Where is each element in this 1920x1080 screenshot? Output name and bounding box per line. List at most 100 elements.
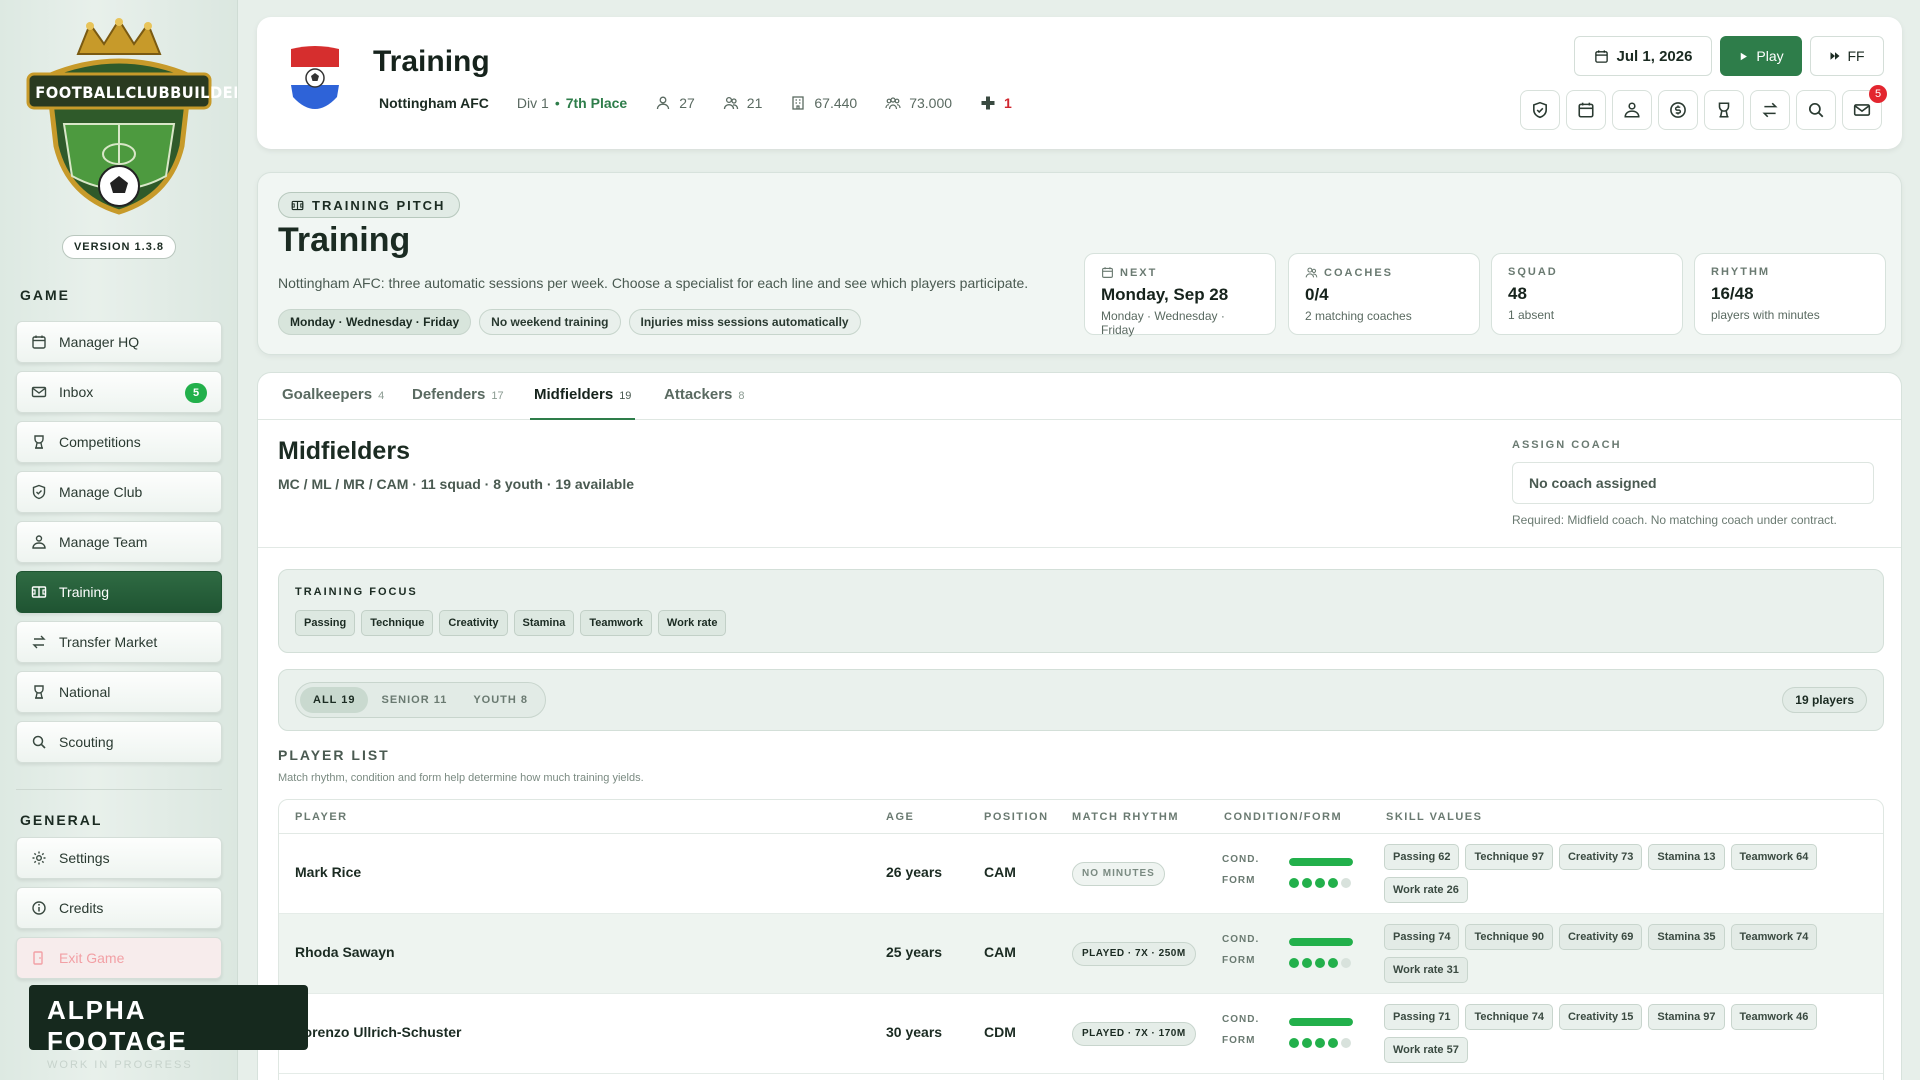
skill-chip: Creativity 73: [1558, 844, 1643, 870]
tab-count: 8: [738, 390, 745, 402]
trophy-icon: [31, 684, 47, 700]
sidebar-item-training[interactable]: Training: [16, 571, 222, 613]
table-row[interactable]: Lorenzo Ullrich-Schuster 30 years CDM PLAYE…: [279, 994, 1883, 1074]
player-position: CAM: [984, 944, 1016, 960]
filter-all-button[interactable]: ALL 19: [300, 687, 369, 713]
squad-size-stat: 27: [655, 95, 695, 111]
column-header-age[interactable]: AGE: [886, 811, 914, 823]
sidebar-item-inbox[interactable]: Inbox 5: [16, 371, 222, 413]
skill-chip: Creativity 69: [1558, 924, 1643, 950]
watermark-title: ALPHA FOOTAGE: [47, 995, 188, 1056]
column-header-player[interactable]: PLAYER: [295, 811, 348, 823]
skill-chip: Technique 74: [1465, 1004, 1553, 1030]
hero-description: Nottingham AFC: three automatic sessions…: [278, 275, 1029, 291]
sidebar-item-credits[interactable]: Credits: [16, 887, 222, 929]
bullet-separator: •: [554, 95, 560, 111]
sidebar-item-exit-game[interactable]: Exit Game: [16, 937, 222, 979]
play-button[interactable]: Play: [1720, 36, 1802, 76]
player-name[interactable]: Rhoda Sawayn: [295, 944, 395, 960]
column-header-match-rhythm[interactable]: MATCH RHYTHM: [1072, 811, 1179, 823]
form-indicator: [1289, 878, 1354, 888]
sidebar-item-manage-team[interactable]: Manage Team: [16, 521, 222, 563]
club-crest-icon: [291, 46, 339, 109]
inbox-count-badge: 5: [185, 383, 207, 403]
toolbar-search-button[interactable]: [1796, 90, 1836, 130]
injuries-value: 1: [1004, 95, 1012, 111]
sidebar-item-scouting[interactable]: Scouting: [16, 721, 222, 763]
game-logo[interactable]: FOOTBALLCLUBBUILDER: [20, 16, 237, 221]
current-date: Jul 1, 2026: [1616, 47, 1693, 65]
sidebar-item-label: Scouting: [59, 734, 114, 750]
stat-label: RHYTHM: [1711, 266, 1771, 278]
toolbar-competitions-button[interactable]: [1704, 90, 1744, 130]
current-date-button[interactable]: Jul 1, 2026: [1574, 36, 1712, 76]
column-header-condition-form[interactable]: CONDITION/FORM: [1224, 811, 1342, 823]
skill-chip: Technique 90: [1465, 924, 1553, 950]
toolbar-mail-button[interactable]: 5: [1842, 85, 1887, 130]
sidebar-divider: [16, 789, 222, 790]
sidebar-item-national[interactable]: National: [16, 671, 222, 713]
info-icon: [31, 900, 47, 916]
form-dot: [1289, 878, 1299, 888]
toolbar-transfers-button[interactable]: [1750, 90, 1790, 130]
stat-sub: Monday · Wednesday · Friday: [1101, 309, 1225, 337]
column-header-position[interactable]: POSITION: [984, 811, 1049, 823]
club-name[interactable]: Nottingham AFC: [379, 95, 489, 111]
condition-label: COND.: [1222, 934, 1260, 945]
next-session-card: NEXT Monday, Sep 28 Monday · Wednesday ·…: [1084, 253, 1276, 337]
focus-chip: Technique: [361, 610, 434, 636]
no-weekend-chip: No weekend training: [479, 309, 621, 335]
toolbar-team-button[interactable]: [1612, 90, 1652, 130]
form-indicator: [1289, 958, 1354, 968]
table-row[interactable]: Rhoda Sawayn 25 years CAM PLAYED · 7X · 250…: [279, 914, 1883, 994]
condition-bar: [1289, 1018, 1353, 1026]
sidebar-item-label: Credits: [59, 900, 104, 916]
column-header-skill-values[interactable]: SKILL VALUES: [1386, 811, 1482, 823]
form-dot: [1341, 878, 1351, 888]
match-rhythm-badge: NO MINUTES: [1072, 862, 1165, 886]
sidebar-item-competitions[interactable]: Competitions: [16, 421, 222, 463]
assign-coach-select[interactable]: No coach assigned: [1512, 462, 1874, 504]
tab-goalkeepers[interactable]: Goalkeepers 4: [278, 373, 388, 420]
sidebar-item-label: National: [59, 684, 111, 700]
toolbar-calendar-button[interactable]: [1566, 90, 1606, 130]
tab-defenders[interactable]: Defenders 17: [408, 373, 508, 420]
calendar-icon: [1577, 101, 1595, 119]
header-card: Training Nottingham AFC Div 1 • 7th Plac…: [257, 17, 1902, 149]
tab-attackers[interactable]: Attackers 8: [660, 373, 749, 420]
money-icon: [1669, 101, 1687, 119]
filter-youth-button[interactable]: YOUTH 8: [460, 687, 541, 713]
skill-values: Passing 74 Technique 90 Creativity 69 Stami…: [1384, 924, 1854, 990]
calendar-icon: [1101, 266, 1114, 279]
form-label: FORM: [1222, 1035, 1256, 1046]
training-panel: Goalkeepers 4 Defenders 17 Midfielders 19 A…: [257, 372, 1902, 1080]
sidebar-item-label: Inbox: [59, 384, 94, 400]
player-age: 26 years: [886, 864, 943, 880]
stat-sub: 2 matching coaches: [1305, 309, 1412, 323]
player-name[interactable]: Lorenzo Ullrich-Schuster: [295, 1024, 461, 1040]
version-badge: VERSION 1.3.8: [62, 235, 176, 259]
sidebar-item-manager-hq[interactable]: Manager HQ: [16, 321, 222, 363]
stat-value: 16/48: [1711, 284, 1754, 303]
sidebar-item-manage-club[interactable]: Manage Club: [16, 471, 222, 513]
toolbar-club-button[interactable]: [1520, 90, 1560, 130]
stat-sub: 1 absent: [1508, 308, 1555, 322]
tab-midfielders[interactable]: Midfielders 19: [530, 373, 636, 420]
section-subtitle: MC / ML / MR / CAM · 11 squad · 8 youth …: [278, 476, 635, 492]
sidebar: FOOTBALLCLUBBUILDER VERSION 1.3.8 GAME M…: [0, 0, 238, 1080]
fast-forward-label: FF: [1847, 48, 1865, 64]
condition-bar: [1289, 938, 1353, 946]
fans-icon: [885, 95, 901, 111]
schedule-chips: Monday · Wednesday · Friday No weekend t…: [278, 309, 869, 335]
player-name[interactable]: Mark Rice: [295, 864, 361, 880]
filter-senior-button[interactable]: SENIOR 11: [368, 687, 460, 713]
sidebar-item-label: Manager HQ: [59, 334, 140, 350]
sidebar-item-transfer-market[interactable]: Transfer Market: [16, 621, 222, 663]
toolbar-finance-button[interactable]: [1658, 90, 1698, 130]
fast-forward-button[interactable]: FF: [1810, 36, 1884, 76]
team-icon: [31, 534, 47, 550]
sidebar-item-settings[interactable]: Settings: [16, 837, 222, 879]
table-row[interactable]: Mark Rice 26 years CAM NO MINUTES COND. FORM P…: [279, 834, 1883, 914]
medical-cross-icon: [980, 95, 996, 111]
player-position: CAM: [984, 864, 1016, 880]
